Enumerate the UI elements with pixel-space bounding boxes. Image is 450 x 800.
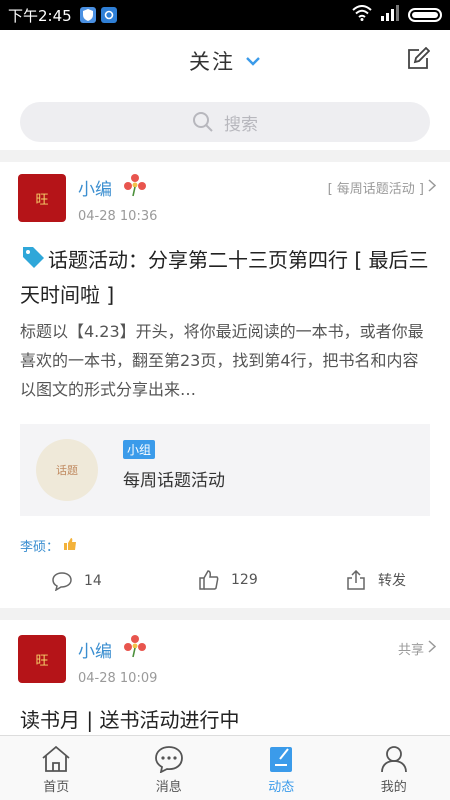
author-name[interactable]: 小编 xyxy=(78,175,112,200)
like-button[interactable]: 129 xyxy=(199,570,258,590)
signal-icon xyxy=(380,5,400,25)
tab-feed[interactable]: 动态 xyxy=(225,736,338,800)
avatar-logo-text: 旺 xyxy=(35,653,49,669)
thumbs-up-icon xyxy=(199,570,219,590)
flower-badge-icon xyxy=(123,634,147,658)
share-link-label: 共享 xyxy=(397,643,424,658)
group-name: 每周话题活动 xyxy=(123,471,225,491)
share-button[interactable]: 转发 xyxy=(346,570,406,590)
comment-button[interactable]: 14 xyxy=(52,571,102,591)
tab-home[interactable]: 首页 xyxy=(0,736,113,800)
avatar[interactable]: 旺 xyxy=(18,174,66,222)
tab-label: 首页 xyxy=(43,780,70,795)
tab-profile[interactable]: 我的 xyxy=(338,736,450,800)
author-name[interactable]: 小编 xyxy=(78,637,112,662)
chevron-down-icon[interactable] xyxy=(245,56,261,66)
message-icon xyxy=(154,746,183,773)
avatar-logo-text: 旺 xyxy=(35,192,49,208)
tab-messages[interactable]: 消息 xyxy=(113,736,226,800)
post-title[interactable]: 话题活动：分享第二十三页第四行 [ 最后三天时间啦 ] xyxy=(20,244,432,311)
share-icon xyxy=(347,570,365,590)
avatar[interactable]: 旺 xyxy=(18,635,66,683)
search-icon xyxy=(193,112,213,132)
divider xyxy=(0,608,450,620)
post-title-text: 话题活动：分享第二十三页第四行 [ 最后三天时间啦 ] xyxy=(20,248,429,307)
post-title[interactable]: 读书月 | 送书活动进行中 xyxy=(20,704,432,736)
group-card[interactable]: 话题 小组 每周话题活动 xyxy=(20,424,430,516)
comment-icon xyxy=(52,572,72,591)
post-body[interactable]: 标题以【4.23】开头，将你最近阅读的一本书，或者你最喜欢的一本书，翻至第23页… xyxy=(20,317,432,404)
post-time: 04-28 10:09 xyxy=(78,671,158,686)
likers-line[interactable]: 李硕： xyxy=(20,536,77,555)
status-bar: 下午2:45 xyxy=(0,0,450,30)
group-thumbnail: 话题 xyxy=(36,439,98,501)
group-badge: 小组 xyxy=(123,440,156,459)
flower-badge-icon xyxy=(123,173,147,197)
topic-link-label: [ 每周话题活动 ] xyxy=(327,182,424,197)
top-header: 关注 xyxy=(0,30,450,92)
battery-icon xyxy=(408,8,442,22)
compose-icon[interactable] xyxy=(406,46,432,73)
post-time: 04-28 10:36 xyxy=(78,209,158,224)
chevron-right-icon xyxy=(428,640,437,657)
feed-icon xyxy=(270,747,293,772)
comment-count: 14 xyxy=(84,573,102,589)
topic-link[interactable]: [ 每周话题活动 ] xyxy=(327,178,437,197)
tab-label: 我的 xyxy=(380,780,407,795)
wifi-icon xyxy=(352,5,372,25)
tab-label: 消息 xyxy=(155,780,182,795)
search-bar-container: 搜索 xyxy=(0,92,450,150)
shield-icon xyxy=(79,7,96,23)
status-time: 下午2:45 xyxy=(8,6,72,25)
app-notification-icon xyxy=(100,7,117,23)
tag-icon xyxy=(20,244,46,279)
liker-name: 李硕： xyxy=(20,540,60,555)
thumbs-up-emoji-icon xyxy=(59,538,77,555)
search-input[interactable]: 搜索 xyxy=(20,102,430,142)
tab-label: 动态 xyxy=(268,780,295,795)
feed-post[interactable]: 旺 小编 04-28 10:09 共享 读书月 | 送书活动进行中 xyxy=(0,620,450,735)
bottom-tab-bar: 首页 消息 动态 我的 xyxy=(0,735,450,800)
page-title[interactable]: 关注 xyxy=(189,46,235,76)
home-icon xyxy=(42,745,70,772)
like-count: 129 xyxy=(231,572,258,588)
profile-icon xyxy=(380,746,407,773)
search-placeholder: 搜索 xyxy=(224,114,258,135)
group-thumbnail-text: 话题 xyxy=(56,464,78,477)
post-actions: 14 129 转发 xyxy=(0,566,450,598)
chevron-right-icon xyxy=(428,179,437,196)
share-label: 转发 xyxy=(378,573,406,589)
share-link[interactable]: 共享 xyxy=(397,639,437,658)
